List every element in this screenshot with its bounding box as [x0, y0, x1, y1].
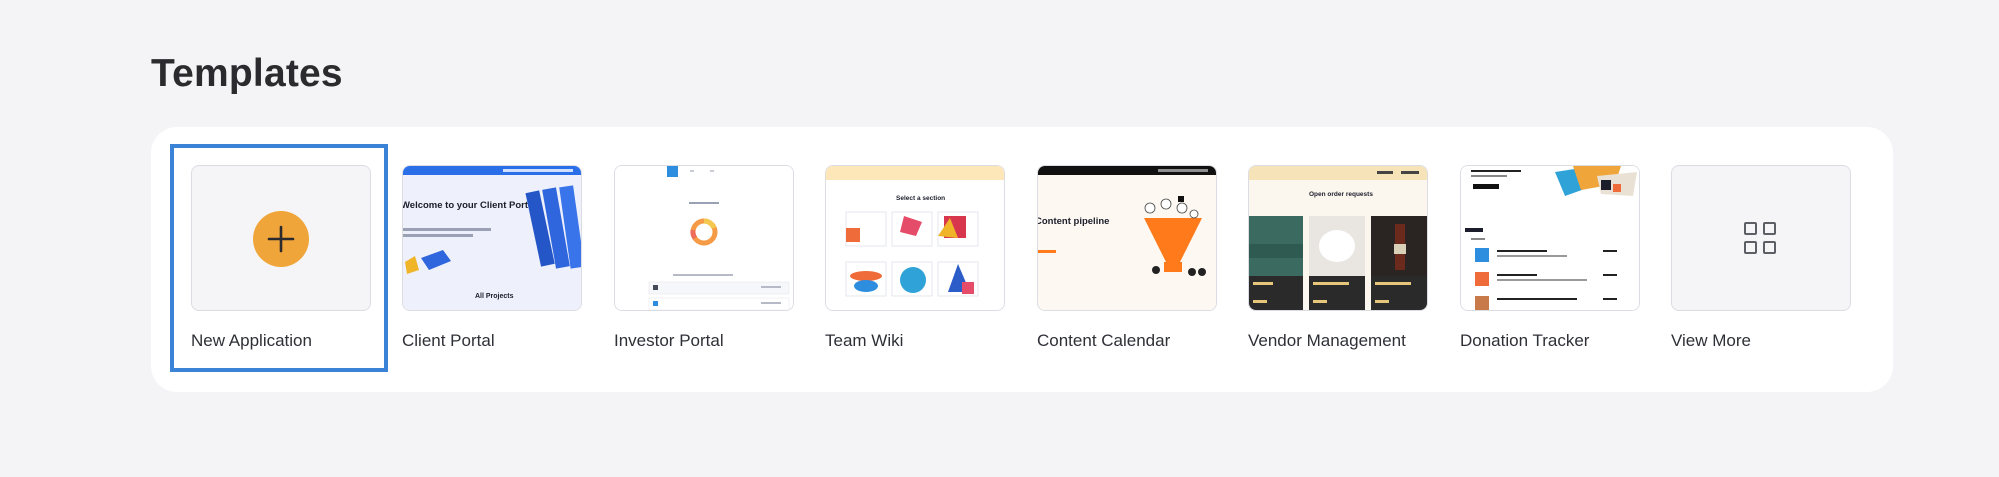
- template-label: New Application: [191, 331, 312, 350]
- template-label: Team Wiki: [825, 331, 904, 350]
- template-content-calendar[interactable]: Content pipeline Content Calendar: [1037, 165, 1217, 351]
- team-wiki-heading: Select a section: [896, 195, 945, 202]
- content-calendar-heading: Content pipeline: [1038, 216, 1109, 227]
- template-team-wiki[interactable]: Select a section Team Wiki: [825, 165, 1005, 351]
- template-client-portal[interactable]: Welcome to your Client Portal All Projec…: [402, 165, 582, 351]
- template-label: Vendor Management: [1248, 331, 1406, 350]
- content-calendar-thumbnail[interactable]: Content pipeline: [1037, 165, 1217, 311]
- template-label: Donation Tracker: [1460, 331, 1590, 350]
- vendor-management-thumbnail[interactable]: Open order requests: [1248, 165, 1428, 311]
- grid-icon: [1744, 222, 1778, 256]
- client-portal-thumbnail[interactable]: Welcome to your Client Portal All Projec…: [402, 165, 582, 311]
- template-vendor-management[interactable]: Open order requests Vendor Management: [1248, 165, 1428, 351]
- template-view-more[interactable]: View More: [1671, 165, 1851, 351]
- team-wiki-thumbnail[interactable]: Select a section: [825, 165, 1005, 311]
- plus-icon: [253, 211, 309, 267]
- template-label: View More: [1671, 331, 1751, 350]
- templates-panel: New Application Welcome to your Client P…: [151, 127, 1893, 392]
- donation-tracker-thumbnail[interactable]: [1460, 165, 1640, 311]
- template-donation-tracker[interactable]: Donation Tracker: [1460, 165, 1640, 351]
- view-more-thumbnail[interactable]: [1671, 165, 1851, 311]
- template-new-application[interactable]: New Application: [170, 144, 388, 372]
- template-label: Content Calendar: [1037, 331, 1171, 350]
- all-projects-label: All Projects: [475, 293, 514, 300]
- vendor-management-heading: Open order requests: [1309, 191, 1373, 198]
- new-application-thumbnail[interactable]: [191, 165, 371, 311]
- template-investor-portal[interactable]: Investor Portal: [614, 165, 794, 351]
- client-portal-heading: Welcome to your Client Portal: [403, 200, 536, 211]
- template-label: Investor Portal: [614, 331, 724, 350]
- page-title: Templates: [151, 52, 343, 95]
- investor-portal-thumbnail[interactable]: [614, 165, 794, 311]
- template-label: Client Portal: [402, 331, 495, 350]
